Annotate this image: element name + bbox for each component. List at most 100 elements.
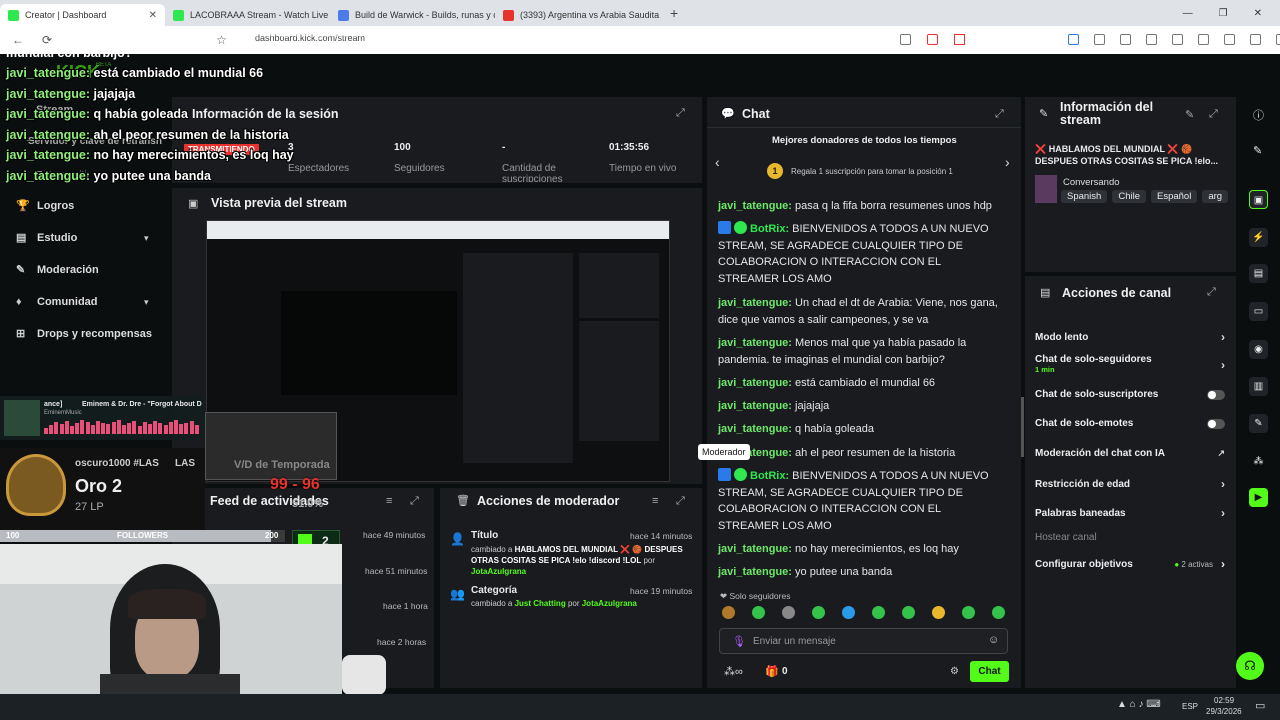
banned-words-row[interactable]: Palabras baneadas ›: [1035, 506, 1225, 520]
emoji-icon[interactable]: ☺: [988, 634, 999, 646]
chevron-down-icon[interactable]: ▾: [144, 297, 149, 308]
chat-username[interactable]: javi_tatengue:: [718, 543, 792, 555]
kick-points-icon[interactable]: ⁂∞: [724, 665, 743, 678]
emote-icon[interactable]: [812, 606, 825, 619]
clock-date[interactable]: 29/3/2026: [1206, 707, 1242, 716]
chevron-left-icon[interactable]: ‹: [715, 154, 720, 170]
emote-icon[interactable]: [872, 606, 885, 619]
configure-goals-row[interactable]: Configurar objetivos ● 2 activas ›: [1035, 557, 1225, 571]
extension-icon[interactable]: [1146, 34, 1157, 45]
browser-tab-warwick[interactable]: Build de Warwick - Builds, runas y ob ✕: [330, 4, 495, 26]
settings-icon[interactable]: ⚙: [950, 666, 959, 677]
translate-icon[interactable]: [1068, 34, 1079, 45]
page-icon: [338, 9, 349, 21]
scrollbar[interactable]: [1021, 397, 1024, 457]
close-icon[interactable]: ✕: [149, 10, 157, 21]
visualizer-bar: [80, 420, 85, 434]
subscribers-only-toggle[interactable]: [1207, 389, 1225, 400]
extension-icon[interactable]: [1224, 34, 1235, 45]
emote-icon[interactable]: [722, 606, 735, 619]
emote-icon[interactable]: [992, 606, 1005, 619]
tag[interactable]: arg: [1202, 190, 1229, 203]
clock-time[interactable]: 02:59: [1214, 696, 1234, 705]
expand-icon[interactable]: ⤢: [1207, 286, 1216, 299]
expand-icon[interactable]: ⤢: [410, 495, 419, 508]
microphone-icon[interactable]: 🎙: [732, 635, 746, 648]
chevron-right-icon[interactable]: ›: [1005, 154, 1010, 170]
expand-icon[interactable]: ⤢: [995, 108, 1004, 121]
rail-button-activity[interactable]: ⚡: [1249, 228, 1268, 247]
share-icon[interactable]: [900, 34, 911, 45]
rail-button-chat[interactable]: ▭: [1249, 302, 1268, 321]
close-window-icon[interactable]: ✕: [1254, 8, 1262, 19]
info-icon[interactable]: ⓘ: [1253, 107, 1264, 123]
chat-username[interactable]: javi_tatengue:: [718, 423, 792, 435]
shield-icon[interactable]: [1250, 34, 1261, 45]
extension-icon[interactable]: [1120, 34, 1131, 45]
expand-icon[interactable]: ⤢: [1209, 108, 1218, 121]
chevron-down-icon[interactable]: ▾: [144, 233, 149, 244]
expand-icon[interactable]: ⤢: [676, 495, 685, 508]
filter-icon[interactable]: ≡: [652, 495, 658, 507]
support-button[interactable]: ☊: [1236, 652, 1264, 680]
emote-icon[interactable]: [842, 606, 855, 619]
category-name[interactable]: Conversando: [1063, 177, 1120, 188]
chat-username[interactable]: javi_tatengue:: [718, 377, 792, 389]
emote-icon[interactable]: [932, 606, 945, 619]
expand-icon[interactable]: ⤢: [676, 107, 685, 120]
extension-icon[interactable]: [1094, 34, 1105, 45]
tray-icons[interactable]: ▲ ⌂ ♪ ⌨: [1117, 699, 1161, 710]
emote-icon[interactable]: [902, 606, 915, 619]
chat-input[interactable]: 🎙 Enviar un mensaje ☺: [719, 628, 1008, 654]
chat-username[interactable]: javi_tatengue:: [718, 297, 792, 309]
browser-tab-dashboard[interactable]: Creator | Dashboard ✕: [0, 4, 165, 26]
music-icon[interactable]: [1172, 34, 1183, 45]
emote-icon[interactable]: [752, 606, 765, 619]
sidebar-item-moderacion[interactable]: ✎ Moderación: [16, 264, 99, 276]
gift-icon[interactable]: 🎁: [765, 665, 779, 678]
send-chat-button[interactable]: Chat: [970, 661, 1009, 682]
browser-tab-youtube[interactable]: (3393) Argentina vs Arabia Saudita M ✕: [495, 4, 660, 26]
emote-icon[interactable]: [782, 606, 795, 619]
rail-button-kick-points[interactable]: ⁂: [1249, 452, 1268, 471]
edit-icon[interactable]: ✎: [1253, 144, 1262, 157]
emotes-only-toggle[interactable]: [1207, 418, 1225, 429]
sidebar-item-drops[interactable]: ⊞ Drops y recompensas: [16, 328, 152, 340]
rewards-icon[interactable]: [954, 34, 965, 45]
sidebar-item-logros[interactable]: 🏆 Logros: [16, 200, 74, 212]
chat-username[interactable]: BotRix:: [750, 470, 789, 482]
sidebar-item-comunidad[interactable]: ♦ Comunidad: [16, 296, 98, 308]
maximize-icon[interactable]: ❐: [1219, 8, 1228, 19]
filter-icon[interactable]: ≡: [386, 495, 392, 507]
tag[interactable]: Chile: [1112, 190, 1146, 203]
sidebar-item-estudio[interactable]: ▤ Estudio: [16, 232, 77, 244]
rail-button-trash[interactable]: ▤: [1249, 264, 1268, 283]
chat-username[interactable]: javi_tatengue:: [718, 566, 792, 578]
edit-icon[interactable]: ✎: [1185, 108, 1194, 121]
tag[interactable]: Español: [1151, 190, 1198, 203]
rail-button-channel[interactable]: ▥: [1249, 377, 1268, 396]
chat-username[interactable]: javi_tatengue:: [718, 200, 792, 212]
rail-button-broadcast[interactable]: ◉: [1249, 340, 1268, 359]
minimize-icon[interactable]: —: [1183, 8, 1193, 19]
rail-button-clips[interactable]: ▶: [1249, 488, 1268, 507]
browser-tab-lacobraaa[interactable]: LACOBRAAA Stream - Watch Live ✕: [165, 4, 330, 26]
rail-button-wrench[interactable]: ✎: [1249, 414, 1268, 433]
new-tab-button[interactable]: +: [670, 5, 678, 21]
brave-shield-icon[interactable]: [927, 34, 938, 45]
chat-username[interactable]: javi_tatengue:: [718, 337, 792, 349]
ai-moderation-row[interactable]: Moderación del chat con IA ↗: [1035, 448, 1225, 459]
notifications-icon[interactable]: ▭: [1255, 699, 1265, 712]
visualizer-bar: [137, 426, 142, 434]
language-indicator[interactable]: ESP: [1182, 702, 1198, 711]
sidebar-toggle-icon[interactable]: [1198, 34, 1209, 45]
tag[interactable]: Spanish: [1061, 190, 1108, 203]
emote-icon[interactable]: [962, 606, 975, 619]
wallet-icon[interactable]: [1276, 34, 1280, 45]
age-restriction-row[interactable]: Restricción de edad ›: [1035, 477, 1225, 491]
chat-username[interactable]: BotRix:: [750, 223, 789, 235]
slow-mode-row[interactable]: Modo lento ›: [1035, 330, 1225, 344]
followers-only-row[interactable]: Chat de solo-seguidores 1 min ›: [1035, 354, 1225, 374]
rail-button-preview[interactable]: ▣: [1249, 190, 1268, 209]
chat-username[interactable]: javi_tatengue:: [718, 400, 792, 412]
